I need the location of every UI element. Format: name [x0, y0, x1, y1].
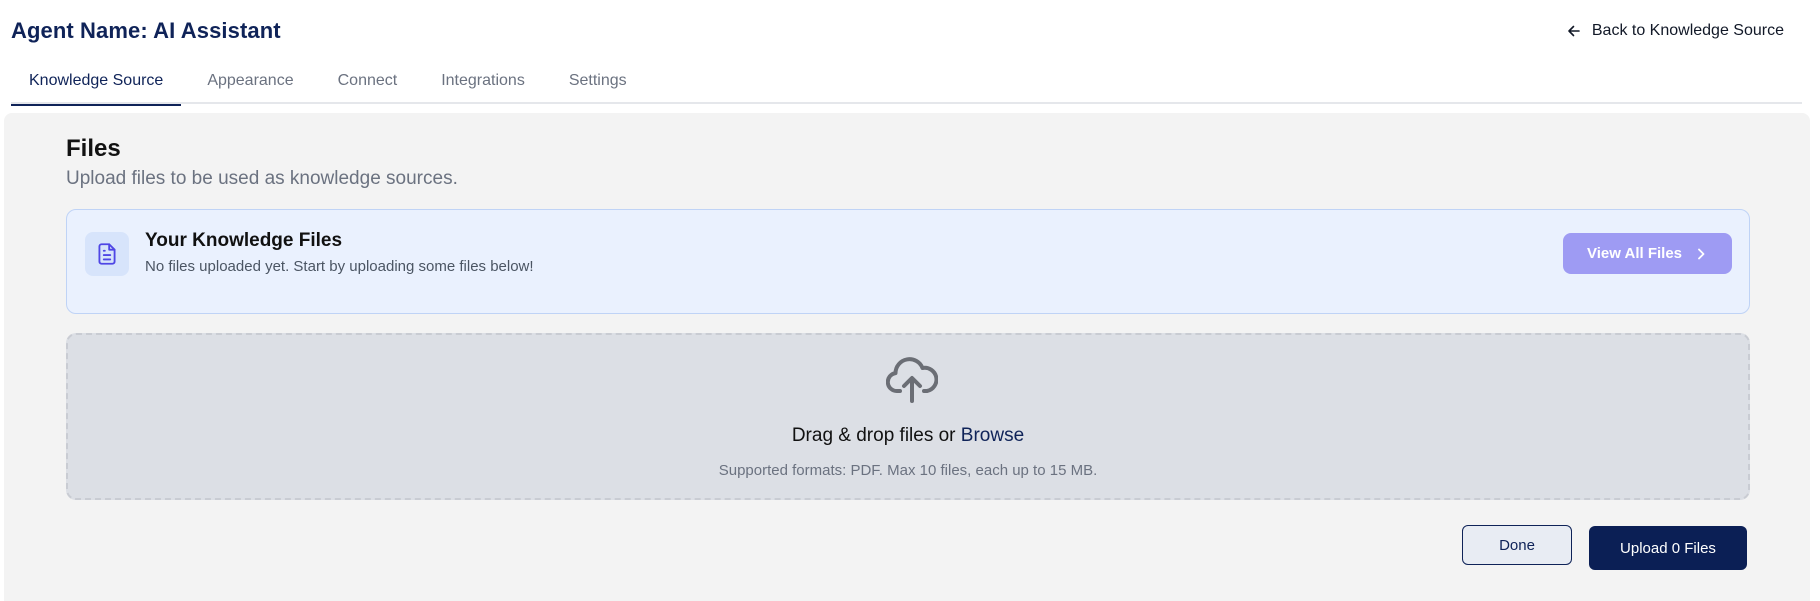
cloud-upload-icon [886, 357, 938, 403]
knowledge-files-title: Your Knowledge Files [145, 230, 343, 251]
tab-knowledge-source[interactable]: Knowledge Source [11, 58, 182, 106]
view-all-files-button[interactable]: View All Files [1563, 233, 1732, 274]
section-title: Files [66, 135, 121, 162]
dropzone-hint: Supported formats: PDF. Max 10 files, ea… [718, 462, 1098, 479]
document-icon [85, 232, 129, 276]
files-panel: Files Upload files to be used as knowled… [4, 113, 1810, 601]
dropzone-prompt: Drag & drop files or Browse [68, 425, 1748, 447]
knowledge-files-description: No files uploaded yet. Start by uploadin… [145, 258, 534, 275]
tab-bar: Knowledge Source Appearance Connect Inte… [11, 58, 1802, 106]
header: Agent Name: AI Assistant Back to Knowled… [0, 0, 1820, 106]
tab-settings[interactable]: Settings [551, 58, 645, 104]
back-link-label: Back to Knowledge Source [1591, 22, 1784, 39]
upload-files-button[interactable]: Upload 0 Files [1589, 526, 1747, 570]
browse-link[interactable]: Browse [961, 425, 1024, 446]
agent-title: Agent Name: AI Assistant [11, 18, 281, 43]
chevron-right-icon [1698, 248, 1705, 259]
page: Agent Name: AI Assistant Back to Knowled… [0, 0, 1820, 601]
back-to-knowledge-source-link[interactable]: Back to Knowledge Source [1566, 22, 1784, 40]
view-all-files-label: View All Files [1586, 245, 1683, 262]
arrow-left-icon [1568, 25, 1580, 37]
file-dropzone[interactable]: Drag & drop files or Browse Supported fo… [66, 333, 1750, 500]
tab-integrations[interactable]: Integrations [423, 58, 543, 104]
section-subtitle: Upload files to be used as knowledge sou… [66, 168, 458, 189]
dropzone-prompt-text: Drag & drop files or [791, 425, 961, 446]
tab-connect[interactable]: Connect [320, 58, 416, 104]
tab-appearance[interactable]: Appearance [189, 58, 311, 104]
knowledge-files-card: Your Knowledge Files No files uploaded y… [66, 209, 1750, 314]
done-button[interactable]: Done [1462, 525, 1572, 565]
